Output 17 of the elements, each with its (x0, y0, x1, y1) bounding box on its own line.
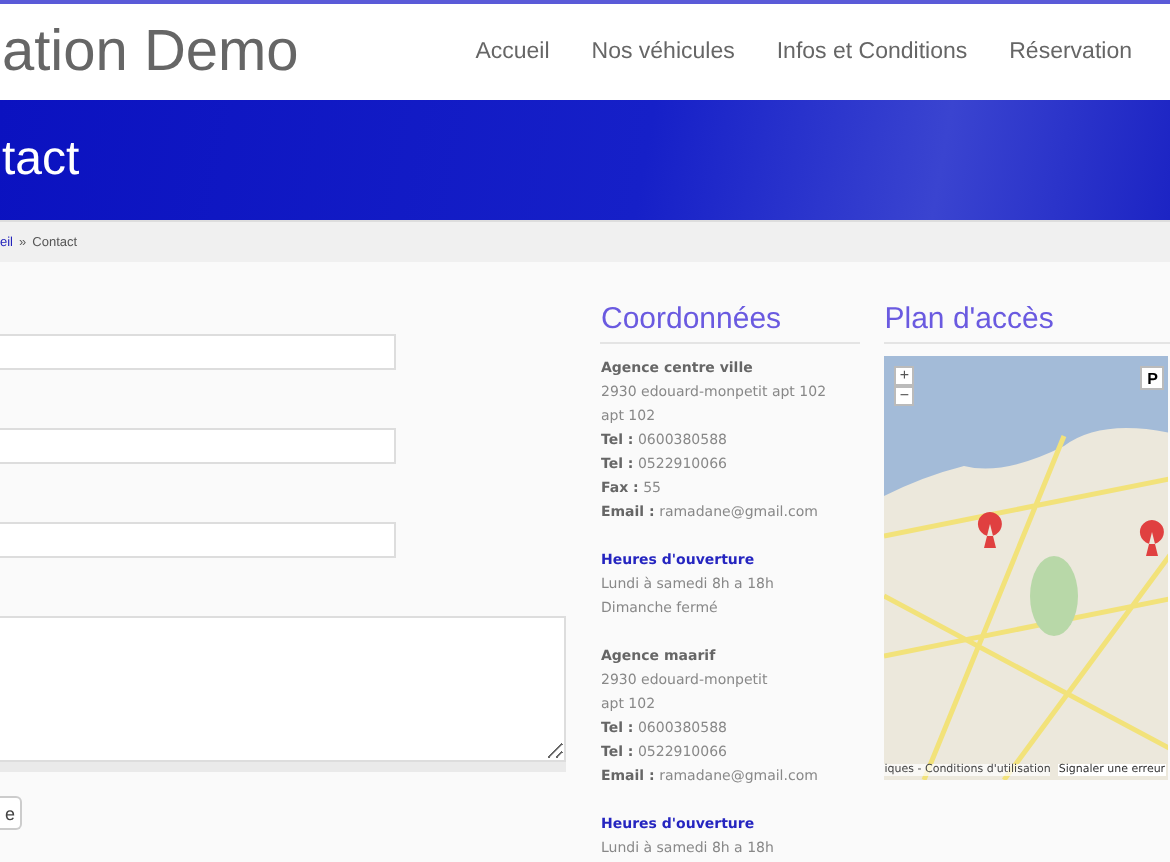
zoom-in-button[interactable]: + (894, 366, 915, 386)
nav-link[interactable]: Accueil (475, 40, 550, 64)
section-heading: Plan d'accès (884, 302, 1170, 344)
section-heading: Coordonnées (600, 302, 861, 344)
nav-link[interactable]: Réservation (1009, 40, 1132, 64)
message-field[interactable] (0, 616, 566, 762)
site-title: ation Demo (2, 19, 299, 85)
map-type-button[interactable]: P (1140, 366, 1165, 390)
resize-bar[interactable] (0, 762, 566, 772)
nav-link[interactable]: Infos et Conditions (776, 40, 968, 64)
text-field[interactable] (0, 428, 396, 464)
page-title: tact (2, 132, 80, 188)
text-field[interactable] (0, 522, 396, 558)
submit-button[interactable]: e (0, 796, 22, 830)
nav-link[interactable]: Nos véhicules (591, 40, 735, 64)
zoom-out-button[interactable]: − (894, 386, 915, 406)
text-field[interactable] (0, 334, 396, 370)
